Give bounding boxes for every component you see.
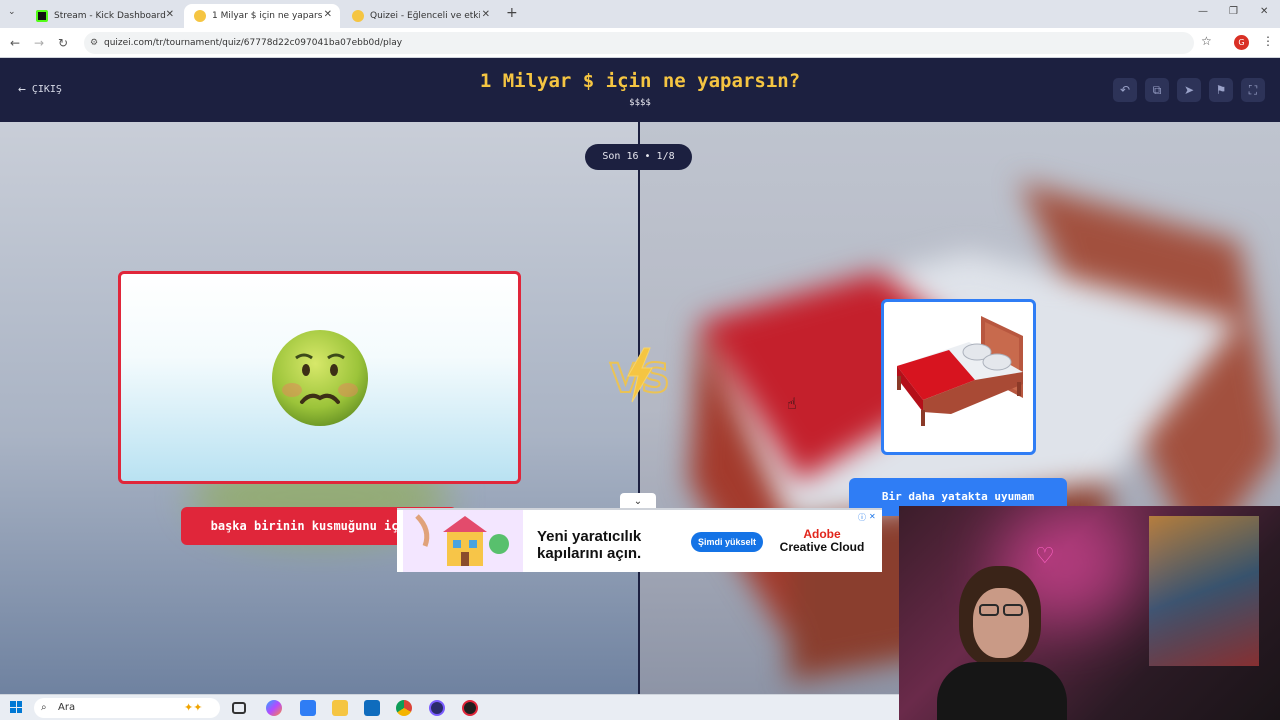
forward-arrow-icon[interactable]: →	[30, 34, 48, 52]
windows-taskbar: ⌕ Ara ✦✦	[0, 694, 899, 720]
send-icon: ➤	[1183, 83, 1195, 97]
quiz-title: 1 Milyar $ için ne yaparsın?	[479, 70, 801, 92]
quizei-favicon-icon	[352, 10, 364, 22]
browser-address-bar: ← → ↻ ⚙ quizei.com/tr/tournament/quiz/67…	[0, 28, 1280, 58]
ad-brand-product: Creative Cloud	[779, 540, 865, 554]
ad-info-icon[interactable]: ⓘ	[858, 512, 866, 523]
store-icon[interactable]	[300, 700, 316, 716]
hand-cursor-icon: ☝	[787, 394, 797, 413]
search-highlight-icon: ✦✦	[184, 701, 203, 714]
obs-icon[interactable]	[429, 700, 445, 716]
fullscreen-button[interactable]: ⛶	[1241, 78, 1265, 102]
chevron-down-icon: ⌄	[633, 496, 643, 507]
minimize-window-icon[interactable]: —	[1198, 6, 1208, 17]
url-field[interactable]: ⚙ quizei.com/tr/tournament/quiz/67778d22…	[84, 32, 1194, 54]
taskbar-search-placeholder: Ara	[58, 702, 76, 713]
url-text: quizei.com/tr/tournament/quiz/67778d22c0…	[104, 38, 403, 48]
quiz-subtitle: $$$$	[629, 98, 651, 108]
tab-title: Stream - Kick Dashboard	[54, 11, 166, 21]
ad-banner[interactable]: Yeni yaratıcılık kapılarını açın. Şimdi …	[397, 508, 882, 572]
bookmark-star-icon[interactable]: ☆	[1201, 34, 1212, 48]
profile-avatar[interactable]: G	[1234, 35, 1249, 50]
right-option-card[interactable]	[881, 299, 1036, 455]
quiz-header: ← ÇIKIŞ 1 Milyar $ için ne yaparsın? $$$…	[0, 58, 1280, 122]
search-icon: ⌕	[41, 702, 47, 713]
ad-cta-button[interactable]: Şimdi yükselt	[691, 532, 763, 552]
new-tab-button[interactable]: +	[506, 5, 518, 21]
quizei-favicon-icon	[194, 10, 206, 22]
versus-lightning-icon: VS	[609, 347, 671, 403]
round-indicator: Son 16 • 1/8	[585, 144, 692, 170]
reload-icon[interactable]: ↻	[54, 34, 72, 52]
copilot-icon[interactable]	[266, 700, 282, 716]
undo-icon: ↶	[1119, 83, 1131, 97]
taskbar-search[interactable]: ⌕ Ara ✦✦	[34, 698, 220, 718]
ad-close-icon[interactable]: ✕	[869, 512, 876, 521]
tab-title: Quizei - Eğlenceli ve etkileşimli	[370, 11, 480, 21]
task-view-icon[interactable]	[232, 702, 246, 714]
browser-tab-kick[interactable]: Stream - Kick Dashboard ✕	[26, 4, 182, 28]
bed-icon	[897, 316, 1023, 426]
close-tab-icon[interactable]: ✕	[324, 9, 332, 20]
close-window-icon[interactable]: ✕	[1260, 6, 1268, 17]
webcam-overlay: ♡	[899, 506, 1280, 720]
browser-tab-bar: ⌄ Stream - Kick Dashboard ✕ 1 Milyar $ i…	[0, 0, 1280, 28]
colorful-wall-poster	[1149, 516, 1259, 666]
tab-list-chevron-icon[interactable]: ⌄	[8, 7, 16, 17]
streamer-person	[927, 566, 1077, 720]
browser-tab-quizei[interactable]: Quizei - Eğlenceli ve etkileşimli ✕	[342, 4, 498, 28]
ad-brand: Adobe Creative Cloud	[777, 528, 867, 554]
tab-title: 1 Milyar $ için ne yaparsın? - 1v	[212, 11, 322, 21]
nauseated-face-icon	[272, 330, 368, 426]
browser-tab-quiz-active[interactable]: 1 Milyar $ için ne yaparsın? - 1v ✕	[184, 4, 340, 28]
back-arrow-icon[interactable]: ←	[6, 34, 24, 52]
browser-menu-icon[interactable]: ⋮	[1262, 34, 1274, 48]
send-button[interactable]: ➤	[1177, 78, 1201, 102]
close-tab-icon[interactable]: ✕	[482, 9, 490, 20]
fullscreen-icon: ⛶	[1248, 83, 1258, 97]
app-icon[interactable]	[462, 700, 478, 716]
ad-house-illustration	[403, 510, 523, 572]
undo-button[interactable]: ↶	[1113, 78, 1137, 102]
file-explorer-icon[interactable]	[332, 700, 348, 716]
share-button[interactable]: ⧉	[1145, 78, 1169, 102]
flag-icon: ⚑	[1215, 83, 1227, 97]
share-icon: ⧉	[1152, 83, 1162, 97]
site-info-icon[interactable]: ⚙	[90, 32, 98, 54]
ad-headline: Yeni yaratıcılık kapılarını açın.	[537, 528, 642, 562]
left-option-card[interactable]	[118, 271, 521, 484]
chrome-icon[interactable]	[396, 700, 412, 716]
windows-start-icon[interactable]	[10, 701, 22, 713]
close-tab-icon[interactable]: ✕	[166, 9, 174, 20]
center-divider	[638, 122, 640, 694]
kick-favicon-icon	[36, 10, 48, 22]
outlook-icon[interactable]	[364, 700, 380, 716]
restore-window-icon[interactable]: ❐	[1229, 6, 1238, 17]
report-button[interactable]: ⚑	[1209, 78, 1233, 102]
